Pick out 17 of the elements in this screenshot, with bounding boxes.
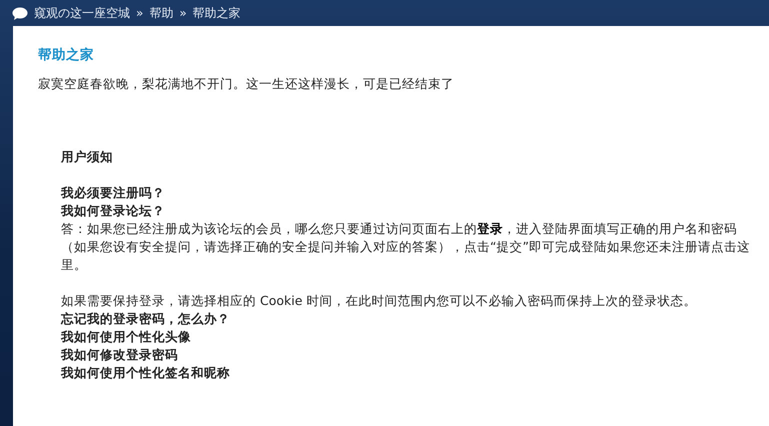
- speech-bubble-icon: [12, 6, 28, 20]
- faq-answer: 如果需要保持登录，请选择相应的 Cookie 时间，在此时间范围内您可以不必输入密码而保持上次的登录状态。: [61, 292, 698, 310]
- section-heading: 用户须知: [61, 148, 114, 166]
- faq-question[interactable]: 我如何修改登录密码: [61, 346, 759, 364]
- page-title: 帮助之家: [38, 46, 95, 64]
- faq-question[interactable]: 我如何登录论坛？: [61, 202, 759, 220]
- breadcrumb-link[interactable]: 窥观の这一座空城: [34, 4, 130, 22]
- faq-question[interactable]: 我如何使用个性化头像: [61, 328, 759, 346]
- page-subtitle: 寂寞空庭春欲晚，梨花满地不开门。这一生还这样漫长，可是已经结束了: [38, 76, 455, 93]
- breadcrumb-link[interactable]: 帮助: [149, 4, 174, 22]
- faq-question[interactable]: 我必须要注册吗？: [61, 184, 759, 202]
- breadcrumb-separator: »: [179, 6, 187, 20]
- breadcrumb-link[interactable]: 帮助之家: [192, 4, 241, 22]
- breadcrumb-separator: »: [136, 6, 144, 20]
- faq-question[interactable]: 我如何使用个性化签名和昵称: [61, 364, 759, 382]
- faq-question[interactable]: 忘记我的登录密码，怎么办？: [61, 310, 759, 328]
- faq-answer: 答：如果您已经注册成为该论坛的会员，哪么您只要通过访问页面右上的登录，进入登陆界面填写正确的用户名和密码（如果您设有安全提问，请选择正确的安全提问并输入对应的答案），点击“提交”即可完成登陆如果您还未注册请点击这里。: [61, 220, 751, 274]
